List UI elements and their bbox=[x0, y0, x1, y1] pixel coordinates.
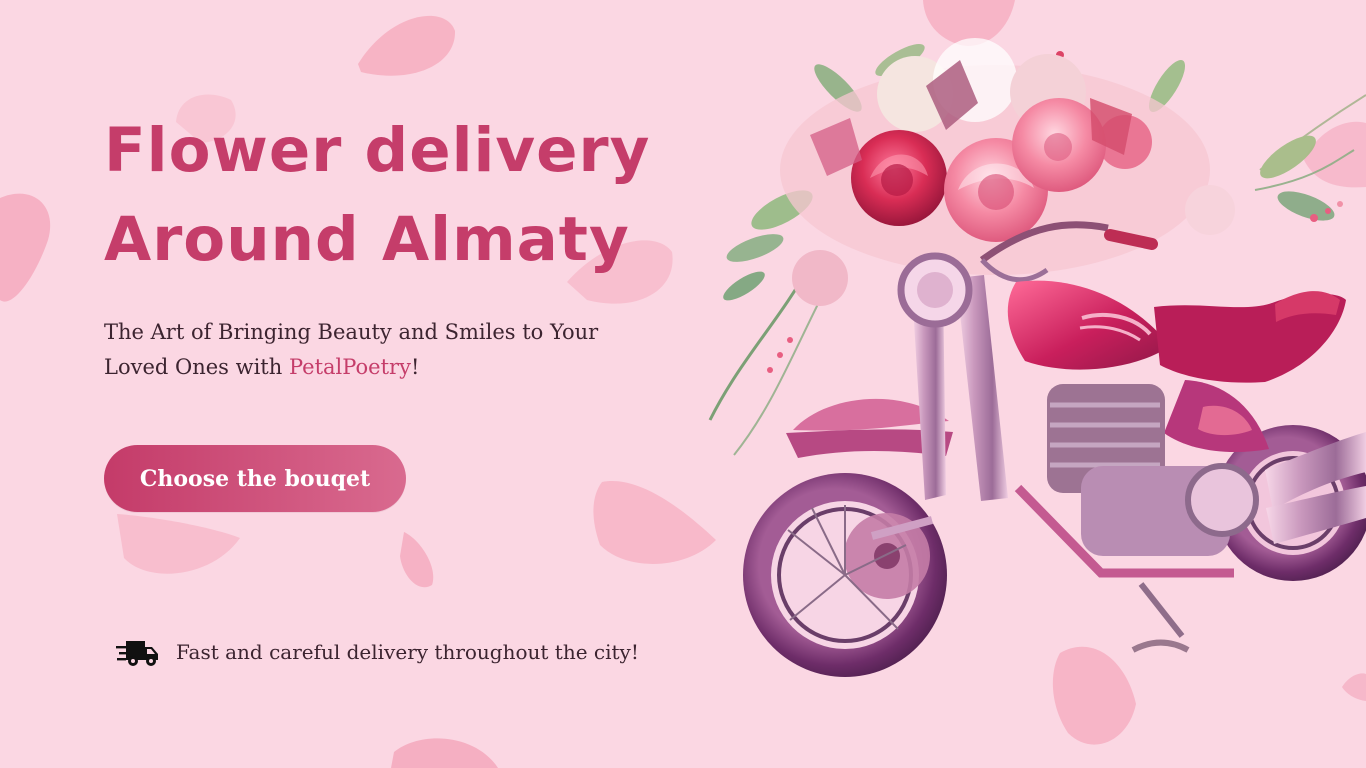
hero-headline: Flower delivery Around Almaty bbox=[104, 106, 650, 284]
subtitle-exclamation: ! bbox=[410, 355, 420, 379]
motorcycle-bouquet-image bbox=[708, 38, 1366, 677]
headline-line-1: Flower delivery bbox=[104, 115, 651, 186]
hero-subtitle: The Art of Bringing Beauty and Smiles to… bbox=[104, 315, 664, 385]
delivery-text: Fast and careful delivery throughout the… bbox=[176, 640, 639, 664]
flower-delivery-hero: Flower delivery Around Almaty The Art of… bbox=[0, 0, 1366, 768]
choose-bouquet-button[interactable]: Choose the bouqet bbox=[104, 445, 406, 512]
hero-copy: Flower delivery Around Almaty The Art of… bbox=[104, 0, 724, 768]
petal-shape bbox=[0, 193, 51, 302]
motorcycle-bouquet-illustration bbox=[700, 0, 1366, 768]
brand-name: PetalPoetry bbox=[288, 355, 411, 379]
delivery-feature: Fast and careful delivery throughout the… bbox=[116, 633, 639, 671]
truck-icon bbox=[116, 641, 158, 666]
headline-line-2: Around Almaty bbox=[104, 204, 630, 275]
